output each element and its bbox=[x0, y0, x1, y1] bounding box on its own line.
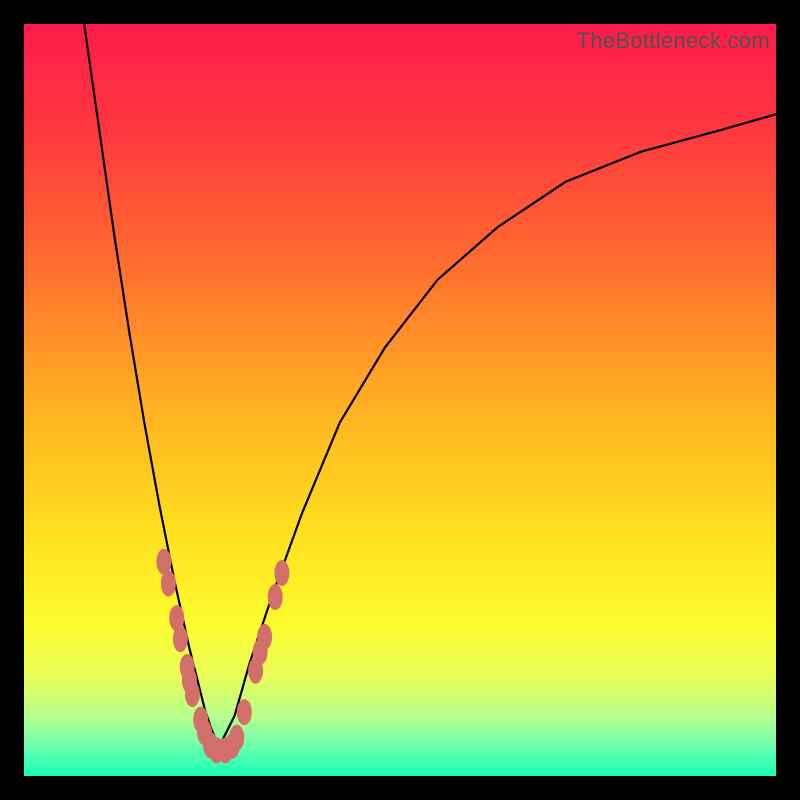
chart-svg bbox=[24, 24, 776, 776]
marker-dot bbox=[173, 626, 188, 652]
plot-area bbox=[24, 24, 776, 776]
marker-dot bbox=[257, 624, 272, 650]
marker-dot bbox=[185, 681, 200, 707]
gradient-bg bbox=[24, 24, 776, 776]
marker-dot bbox=[274, 560, 289, 586]
marker-dot bbox=[229, 725, 244, 751]
watermark: TheBottleneck.com bbox=[577, 28, 770, 54]
marker-dot bbox=[237, 699, 252, 725]
marker-dot bbox=[268, 584, 283, 610]
marker-dot bbox=[161, 571, 176, 597]
